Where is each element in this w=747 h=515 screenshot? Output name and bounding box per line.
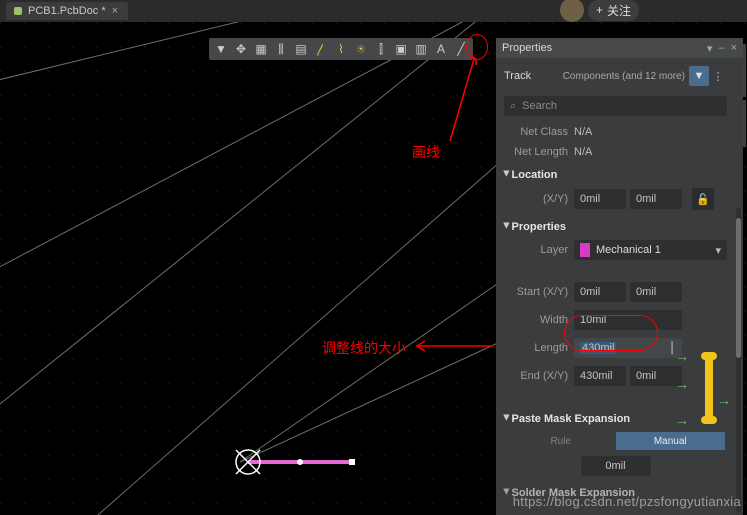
start-x-input[interactable]: 0mil [574,282,626,302]
follow-badge[interactable]: + 关注 [588,0,639,21]
pin-icon[interactable]: ⍟ [351,39,371,59]
search-icon: ⌕ [510,100,516,113]
scrollbar-thumb[interactable] [736,218,741,358]
layer-label: Layer [504,244,568,256]
document-tab[interactable]: PCB1.PcbDoc * × [6,2,128,20]
location-y-input[interactable]: 0mil [630,189,682,209]
filter-button[interactable]: ▼ [689,66,709,86]
route-icon[interactable]: 〳 [311,39,331,59]
layer-select[interactable]: Mechanical 1 ▾ [574,240,727,260]
watermark: https://blog.csdn.net/pzsfongyutianxia [513,494,741,509]
panel-scrollbar[interactable] [736,208,741,513]
search-input[interactable]: ⌕ Search [504,96,727,116]
paste-value-input[interactable]: 0mil [581,456,651,476]
end-label: End (X/Y) [504,370,568,382]
text-icon[interactable]: A [431,39,451,59]
length-input[interactable]: 430mil │ [574,338,682,358]
manual-button[interactable]: Manual [616,432,726,450]
tile-icon[interactable]: ▣ [391,39,411,59]
end-x-input[interactable]: 430mil [574,366,626,386]
paste-mode-toggle[interactable]: Rule Manual [506,432,725,450]
filter-icon[interactable]: ▼ [211,39,231,59]
pin-icon[interactable]: ▾ [707,42,713,55]
close-icon[interactable]: × [112,5,118,17]
section-properties[interactable]: Properties [496,214,735,236]
user-chip: + 关注 [560,0,639,22]
panel-title: Properties [502,42,552,54]
search-placeholder: Search [522,100,557,112]
tab-title: PCB1.PcbDoc * [28,5,106,17]
layer-swatch [580,243,590,257]
line-icon[interactable]: ╱ [451,39,471,59]
close-icon[interactable]: × [731,42,737,55]
net-class-value: N/A [574,126,727,138]
follow-label: 关注 [607,2,631,19]
layer-value: Mechanical 1 [596,244,661,256]
chart-icon[interactable]: ⫿ [371,39,391,59]
width-label: Width [504,314,568,326]
start-label: Start (X/Y) [504,286,568,298]
stack-icon[interactable]: ▤ [291,39,311,59]
chevron-down-icon: ▾ [715,244,721,257]
xy-label: (X/Y) [504,193,568,205]
zigzag-icon[interactable]: ⌇ [331,39,351,59]
lock-button[interactable]: 🔓 [692,188,714,210]
start-y-input[interactable]: 0mil [630,282,682,302]
object-type: Track [504,70,531,82]
doc-icon [14,7,22,15]
net-length-label: Net Length [504,146,568,158]
location-x-input[interactable]: 0mil [574,189,626,209]
panel-header[interactable]: Properties ▾ – × [496,38,743,58]
minimize-icon[interactable]: – [718,42,724,55]
net-length-value: N/A [574,146,727,158]
rule-button[interactable]: Rule [506,432,616,450]
tile2-icon[interactable]: ▥ [411,39,431,59]
net-class-label: Net Class [504,126,568,138]
bars-icon[interactable]: ⫼ [271,39,291,59]
section-location[interactable]: Location [496,162,735,184]
track-diagram: → → → → [695,352,723,424]
length-value: 430mil [580,342,616,354]
grid-icon[interactable]: ▦ [251,39,271,59]
plus-icon: + [596,3,603,17]
avatar[interactable] [560,0,584,22]
width-input[interactable]: 10mil [574,310,682,330]
filter-summary: Components (and 12 more) [563,71,685,82]
floating-toolbar: ▼ ✥ ▦ ⫼ ▤ 〳 ⌇ ⍟ ⫿ ▣ ▥ A ╱ [209,38,473,60]
menu-dots-icon[interactable]: ⋮ [709,66,727,86]
properties-panel: Properties ▾ – × Track Components (and 1… [496,38,743,515]
move-icon[interactable]: ✥ [231,39,251,59]
length-label: Length [504,342,568,354]
